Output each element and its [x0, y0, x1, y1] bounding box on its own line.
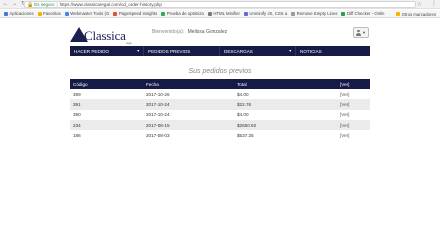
url-separator: | [56, 2, 58, 7]
nav-item-pedidos-previos[interactable]: Pedidos previos [144, 46, 220, 56]
secure-label: Es seguro [34, 2, 55, 7]
nav-item-noticias[interactable]: Noticias [296, 46, 370, 56]
lock-icon: 🔒 [27, 1, 34, 8]
order-date: 2017-10-26 [146, 91, 170, 97]
nav-item-hacer-pedido[interactable]: Hacer Pedido ▼ [70, 46, 144, 56]
browser-toolbar: ← → ↻ 🔒 Es seguro | https://www.classica… [0, 0, 440, 9]
table-row: 390 2017-10-24 $4.00 [Ver] [70, 109, 370, 120]
favicon-icon [161, 11, 166, 16]
order-total: $4.00 [237, 112, 249, 118]
column-header-code: Código [73, 81, 88, 87]
user-name: Melissa Gonzalez [187, 29, 228, 35]
table-row: 391 2017-10-24 $22.76 [Ver] [70, 99, 370, 110]
page-title: Sus pedidos previos [188, 68, 252, 75]
order-code: 390 [73, 112, 81, 118]
bookmark-item[interactable]: Favoritos [37, 11, 61, 16]
orders-table: Código Fecha Total [Ver] 399 2017-10-26 … [70, 79, 370, 141]
order-date: 2017-10-24 [146, 101, 170, 107]
chevron-down-icon: ▼ [136, 49, 140, 53]
bookmark-item[interactable]: PageSpeed Insights [113, 11, 157, 16]
chevron-down-icon: ▼ [288, 49, 292, 53]
favicon-icon [291, 11, 296, 16]
nav-item-descargas[interactable]: Descargas ▼ [220, 46, 296, 56]
address-bar[interactable]: 🔒 Es seguro | https://www.classicaregal.… [24, 1, 416, 8]
order-date: 2017-08-03 [146, 132, 170, 138]
favicon-icon [207, 11, 212, 16]
other-bookmarks[interactable]: Otros marcadores [396, 10, 436, 17]
apps-icon [4, 11, 8, 16]
table-header: Código Fecha Total [Ver] [70, 79, 370, 89]
folder-icon [396, 12, 401, 16]
table-row: 234 2017-08-15 $2650.92 [Ver] [70, 119, 370, 131]
forward-icon[interactable]: → [11, 1, 18, 8]
table-row: 399 2017-10-26 $4.00 [Ver] [70, 89, 370, 100]
user-icon [356, 29, 362, 36]
welcome-label: Bienvenido(a): [152, 29, 185, 35]
favicon-icon [64, 11, 69, 16]
view-order-link[interactable]: [Ver] [340, 102, 370, 107]
browser-menu-icon[interactable]: ⋮ [431, 0, 437, 7]
column-header-date: Fecha [146, 81, 159, 87]
account-menu-button[interactable]: ▼ [353, 27, 369, 38]
site-logo[interactable]: Classica regal [70, 27, 138, 45]
view-order-link[interactable]: [Ver] [340, 133, 370, 138]
chevron-down-icon: ▼ [362, 30, 366, 35]
bookmark-item[interactable]: Prueba de optimiza [161, 11, 204, 16]
bookmarks-bar: Aplicaciones Favoritos Webmaster Tools (… [0, 10, 440, 18]
order-code: 234 [73, 122, 81, 128]
favicon-icon [341, 11, 346, 16]
column-header-total: Total [237, 81, 247, 87]
order-date: 2017-08-15 [146, 122, 170, 128]
view-order-link[interactable]: [Ver] [340, 92, 370, 97]
bookmark-item[interactable]: HTML Minifier [207, 11, 240, 16]
folder-icon [37, 11, 42, 16]
url-text: https://www.classicaregal.com/cd_order-h… [59, 2, 162, 7]
view-order-link[interactable]: [Ver] [340, 112, 370, 117]
order-code: 399 [73, 91, 81, 97]
favicon-icon [113, 11, 118, 16]
welcome-message: Bienvenido(a): Melissa Gonzalez [152, 29, 227, 35]
bookmark-item[interactable]: Aplicaciones [4, 11, 34, 16]
bookmark-star-icon[interactable]: ☆ [417, 1, 422, 8]
back-icon[interactable]: ← [2, 1, 9, 8]
order-code: 186 [73, 132, 81, 138]
order-total: $4.00 [237, 91, 249, 97]
order-date: 2017-10-24 [146, 112, 170, 118]
bookmark-item[interactable]: Remove Empty Lines [291, 11, 337, 16]
main-nav: Hacer Pedido ▼ Pedidos previos Descargas… [70, 46, 370, 56]
favicon-icon [243, 11, 248, 16]
view-order-link[interactable]: [Ver] [340, 123, 370, 128]
order-code: 391 [73, 101, 81, 107]
order-total: $537.25 [237, 132, 254, 138]
bookmark-item[interactable]: Diff Checker - Onlin [341, 11, 384, 16]
bookmark-item[interactable]: Webmaster Tools (G [64, 11, 109, 16]
order-total: $2650.92 [237, 122, 257, 128]
logo-text: Classica [84, 28, 126, 43]
logo-subtext: regal [126, 42, 132, 45]
bookmark-item[interactable]: Unminify JS, CSS a [243, 11, 287, 16]
order-total: $22.76 [237, 101, 252, 107]
column-header-view: [Ver] [340, 81, 350, 87]
table-row: 186 2017-08-03 $537.25 [Ver] [70, 130, 370, 141]
